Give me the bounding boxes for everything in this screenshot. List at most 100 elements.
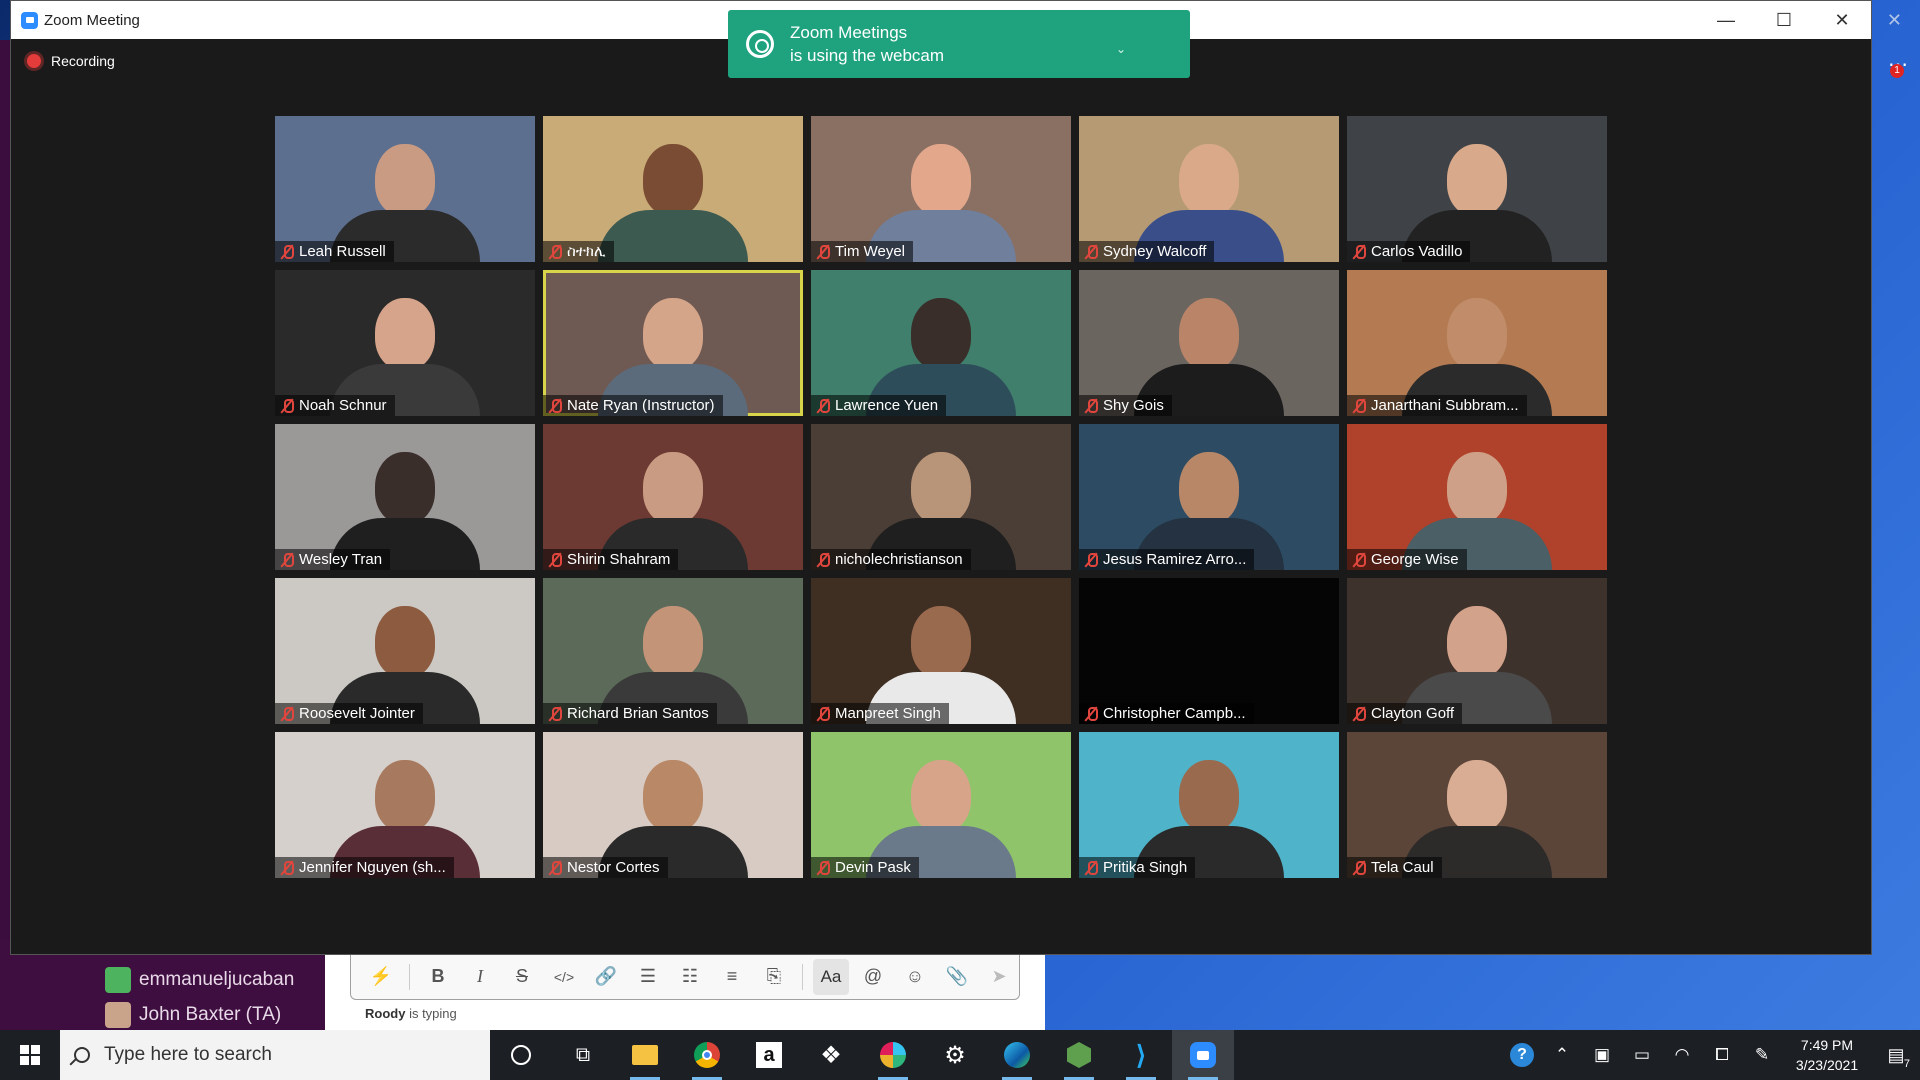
chrome-button[interactable] [676,1030,738,1080]
zoom-window: Zoom Meeting — ☐ ✕ Recording Leah Russel… [10,0,1872,955]
participant-tile[interactable]: nicholechristianson [811,424,1071,570]
camera-icon[interactable]: ▣ [1582,1030,1622,1080]
participant-name: Nate Ryan (Instructor) [567,397,715,414]
participant-tile[interactable]: Janarthani Subbram... [1347,270,1607,416]
participant-tile[interactable]: Shy Gois [1079,270,1339,416]
display-icon[interactable]: ⧠ [1702,1030,1742,1080]
participant-name-label: George Wise [1347,549,1467,570]
participant-tile[interactable]: Jesus Ramirez Arro... [1079,424,1339,570]
italic-button[interactable]: I [462,959,498,995]
clock[interactable]: 7:49 PM 3/23/2021 [1782,1035,1872,1075]
ordered-list-icon[interactable]: ☰ [630,959,666,995]
window-controls: — ☐ ✕ [1697,1,1871,39]
participant-tile[interactable]: Nestor Cortes [543,732,803,878]
cortana-button[interactable] [490,1030,552,1080]
participant-tile[interactable]: Tim Weyel [811,116,1071,262]
participant-name-label: Christopher Campb... [1079,703,1254,724]
mic-muted-icon [547,244,563,260]
participant-tile[interactable]: Noah Schnur [275,270,535,416]
bulleted-list-icon[interactable]: ☷ [672,959,708,995]
participant-name-label: Tim Weyel [811,241,914,262]
participant-tile[interactable]: Tela Caul [1347,732,1607,878]
chevron-down-icon[interactable]: ⌄ [1116,42,1126,56]
file-explorer-button[interactable] [614,1030,676,1080]
wifi-icon[interactable]: ◠ [1662,1030,1702,1080]
participant-name: Noah Schnur [299,397,387,414]
participant-tile[interactable]: Clayton Goff [1347,578,1607,724]
strikethrough-button[interactable]: S [504,959,540,995]
help-icon[interactable]: ? [1502,1030,1542,1080]
participant-tile[interactable]: Pritika Singh [1079,732,1339,878]
blockquote-icon[interactable]: ≡ [714,959,750,995]
link-icon[interactable]: 🔗 [588,959,624,995]
code-block-icon[interactable]: ⎘ [756,959,792,995]
battery-icon[interactable]: ▭ [1622,1030,1662,1080]
bold-button[interactable]: B [420,959,456,995]
maximize-button[interactable]: ☐ [1755,1,1813,39]
shortcuts-icon[interactable]: ⚡ [363,959,399,995]
participant-name-label: Noah Schnur [275,395,395,416]
toolbar-divider [802,963,803,990]
slack-button[interactable] [862,1030,924,1080]
participant-name-label: Clayton Goff [1347,703,1463,724]
participant-name: Jesus Ramirez Arro... [1103,551,1247,568]
mention-icon[interactable]: @ [855,959,891,995]
participant-tile[interactable]: Lawrence Yuen [811,270,1071,416]
system-tray: ? ⌃ ▣ ▭ ◠ ⧠ ✎ 7:49 PM 3/23/2021 ▤ 7 [1502,1030,1920,1080]
slack-user-item[interactable]: John Baxter (TA) [105,1000,281,1030]
dropbox-button[interactable]: ❖ [800,1030,862,1080]
recording-indicator[interactable]: Recording [27,53,115,69]
participant-tile[interactable]: Shirin Shahram [543,424,803,570]
edge-button[interactable] [986,1030,1048,1080]
pen-icon[interactable]: ✎ [1742,1030,1782,1080]
participant-tile[interactable]: Nate Ryan (Instructor) [543,270,803,416]
node-button[interactable] [1048,1030,1110,1080]
participant-tile[interactable]: Sydney Walcoff [1079,116,1339,262]
participant-tile[interactable]: George Wise [1347,424,1607,570]
amazon-button[interactable]: a [738,1030,800,1080]
chrome-icon [694,1042,720,1068]
task-view-icon: ⧉ [575,1043,591,1066]
minimize-button[interactable]: — [1697,1,1755,39]
taskbar: Type here to search ⧉ a ❖ ⚙ ⟩ ? ⌃ ▣ ▭ ◠ … [0,1030,1920,1080]
zoom-taskbar-button[interactable] [1172,1030,1234,1080]
close-icon[interactable]: ✕ [1887,10,1902,31]
participant-tile[interactable]: Jennifer Nguyen (sh... [275,732,535,878]
start-button[interactable] [0,1030,60,1080]
action-center-button[interactable]: ▤ 7 [1872,1030,1920,1080]
participant-tile[interactable]: Roosevelt Jointer [275,578,535,724]
participant-tile[interactable]: Manpreet Singh [811,578,1071,724]
participant-name-label: Jesus Ramirez Arro... [1079,549,1255,570]
typing-indicator: Roody is typing [365,1006,457,1021]
close-button[interactable]: ✕ [1813,1,1871,39]
participant-tile[interactable]: Christopher Campb... [1079,578,1339,724]
code-icon[interactable]: </> [546,959,582,995]
formatting-toggle-button[interactable]: Aa [813,958,849,995]
message-composer-toolbar: ⚡ B I S </> 🔗 ☰ ☷ ≡ ⎘ Aa @ ☺ 📎 ➤ [350,954,1020,1000]
taskbar-search[interactable]: Type here to search [60,1030,490,1080]
participant-tile[interactable]: Leah Russell [275,116,535,262]
chevron-up-icon[interactable]: ⌃ [1542,1030,1582,1080]
attach-icon[interactable]: 📎 [939,959,975,995]
windows-logo-icon [20,1045,40,1065]
mic-muted-icon [279,244,295,260]
emoji-icon[interactable]: ☺ [897,959,933,995]
participant-name: Richard Brian Santos [567,705,709,722]
slack-user-name: emmanueljucaban [139,969,295,990]
slack-user-item[interactable]: emmanueljucaban [105,965,294,995]
mic-muted-icon [1083,244,1099,260]
participant-name: Nestor Cortes [567,859,660,876]
task-view-button[interactable]: ⧉ [552,1030,614,1080]
participant-tile[interactable]: Carlos Vadillo [1347,116,1607,262]
vscode-icon: ⟩ [1135,1039,1147,1070]
participant-name: Roosevelt Jointer [299,705,415,722]
participant-tile[interactable]: Devin Pask [811,732,1071,878]
webcam-notification[interactable]: Zoom Meetings is using the webcam ⌄ [728,10,1190,78]
participant-tile[interactable]: Wesley Tran [275,424,535,570]
send-icon[interactable]: ➤ [981,959,1017,995]
vscode-button[interactable]: ⟩ [1110,1030,1172,1080]
participant-tile[interactable]: ስተክሊ [543,116,803,262]
settings-button[interactable]: ⚙ [924,1030,986,1080]
participant-name-label: Shirin Shahram [543,549,679,570]
participant-tile[interactable]: Richard Brian Santos [543,578,803,724]
